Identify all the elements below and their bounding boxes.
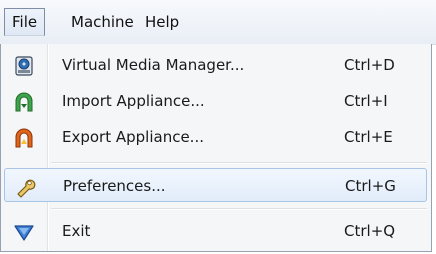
menu-separator: [51, 162, 427, 164]
menu-item-preferences[interactable]: Preferences... Ctrl+G: [4, 168, 427, 202]
exit-icon: [13, 221, 35, 243]
menu-separator: [51, 208, 427, 210]
menu-item-label: Preferences...: [63, 177, 166, 195]
menu-item-shortcut: Ctrl+D: [344, 56, 395, 74]
menu-item-label: Exit: [62, 222, 91, 240]
wrench-icon: [14, 176, 36, 198]
menu-item-shortcut: Ctrl+G: [345, 177, 396, 195]
menu-item-import-appliance[interactable]: Import Appliance... Ctrl+I: [4, 84, 427, 118]
import-appliance-icon: [13, 91, 35, 113]
virtual-media-manager-icon: [13, 55, 35, 77]
menu-bar: File Machine Help: [0, 0, 436, 45]
menu-help[interactable]: Help: [138, 8, 186, 36]
menu-item-exit[interactable]: Exit Ctrl+Q: [4, 214, 427, 248]
menu-item-export-appliance[interactable]: Export Appliance... Ctrl+E: [4, 120, 427, 154]
menu-machine[interactable]: Machine: [64, 8, 141, 36]
menu-item-label: Export Appliance...: [62, 128, 204, 146]
menu-item-shortcut: Ctrl+Q: [344, 222, 396, 240]
menu-item-shortcut: Ctrl+E: [344, 128, 393, 146]
file-menu-dropdown: Virtual Media Manager... Ctrl+D Import A…: [0, 44, 432, 252]
menu-file[interactable]: File: [4, 8, 46, 36]
menu-item-shortcut: Ctrl+I: [344, 92, 388, 110]
export-appliance-icon: [13, 127, 35, 149]
menu-item-virtual-media-manager[interactable]: Virtual Media Manager... Ctrl+D: [4, 48, 427, 82]
menu-item-label: Import Appliance...: [62, 92, 205, 110]
menu-item-label: Virtual Media Manager...: [62, 56, 245, 74]
